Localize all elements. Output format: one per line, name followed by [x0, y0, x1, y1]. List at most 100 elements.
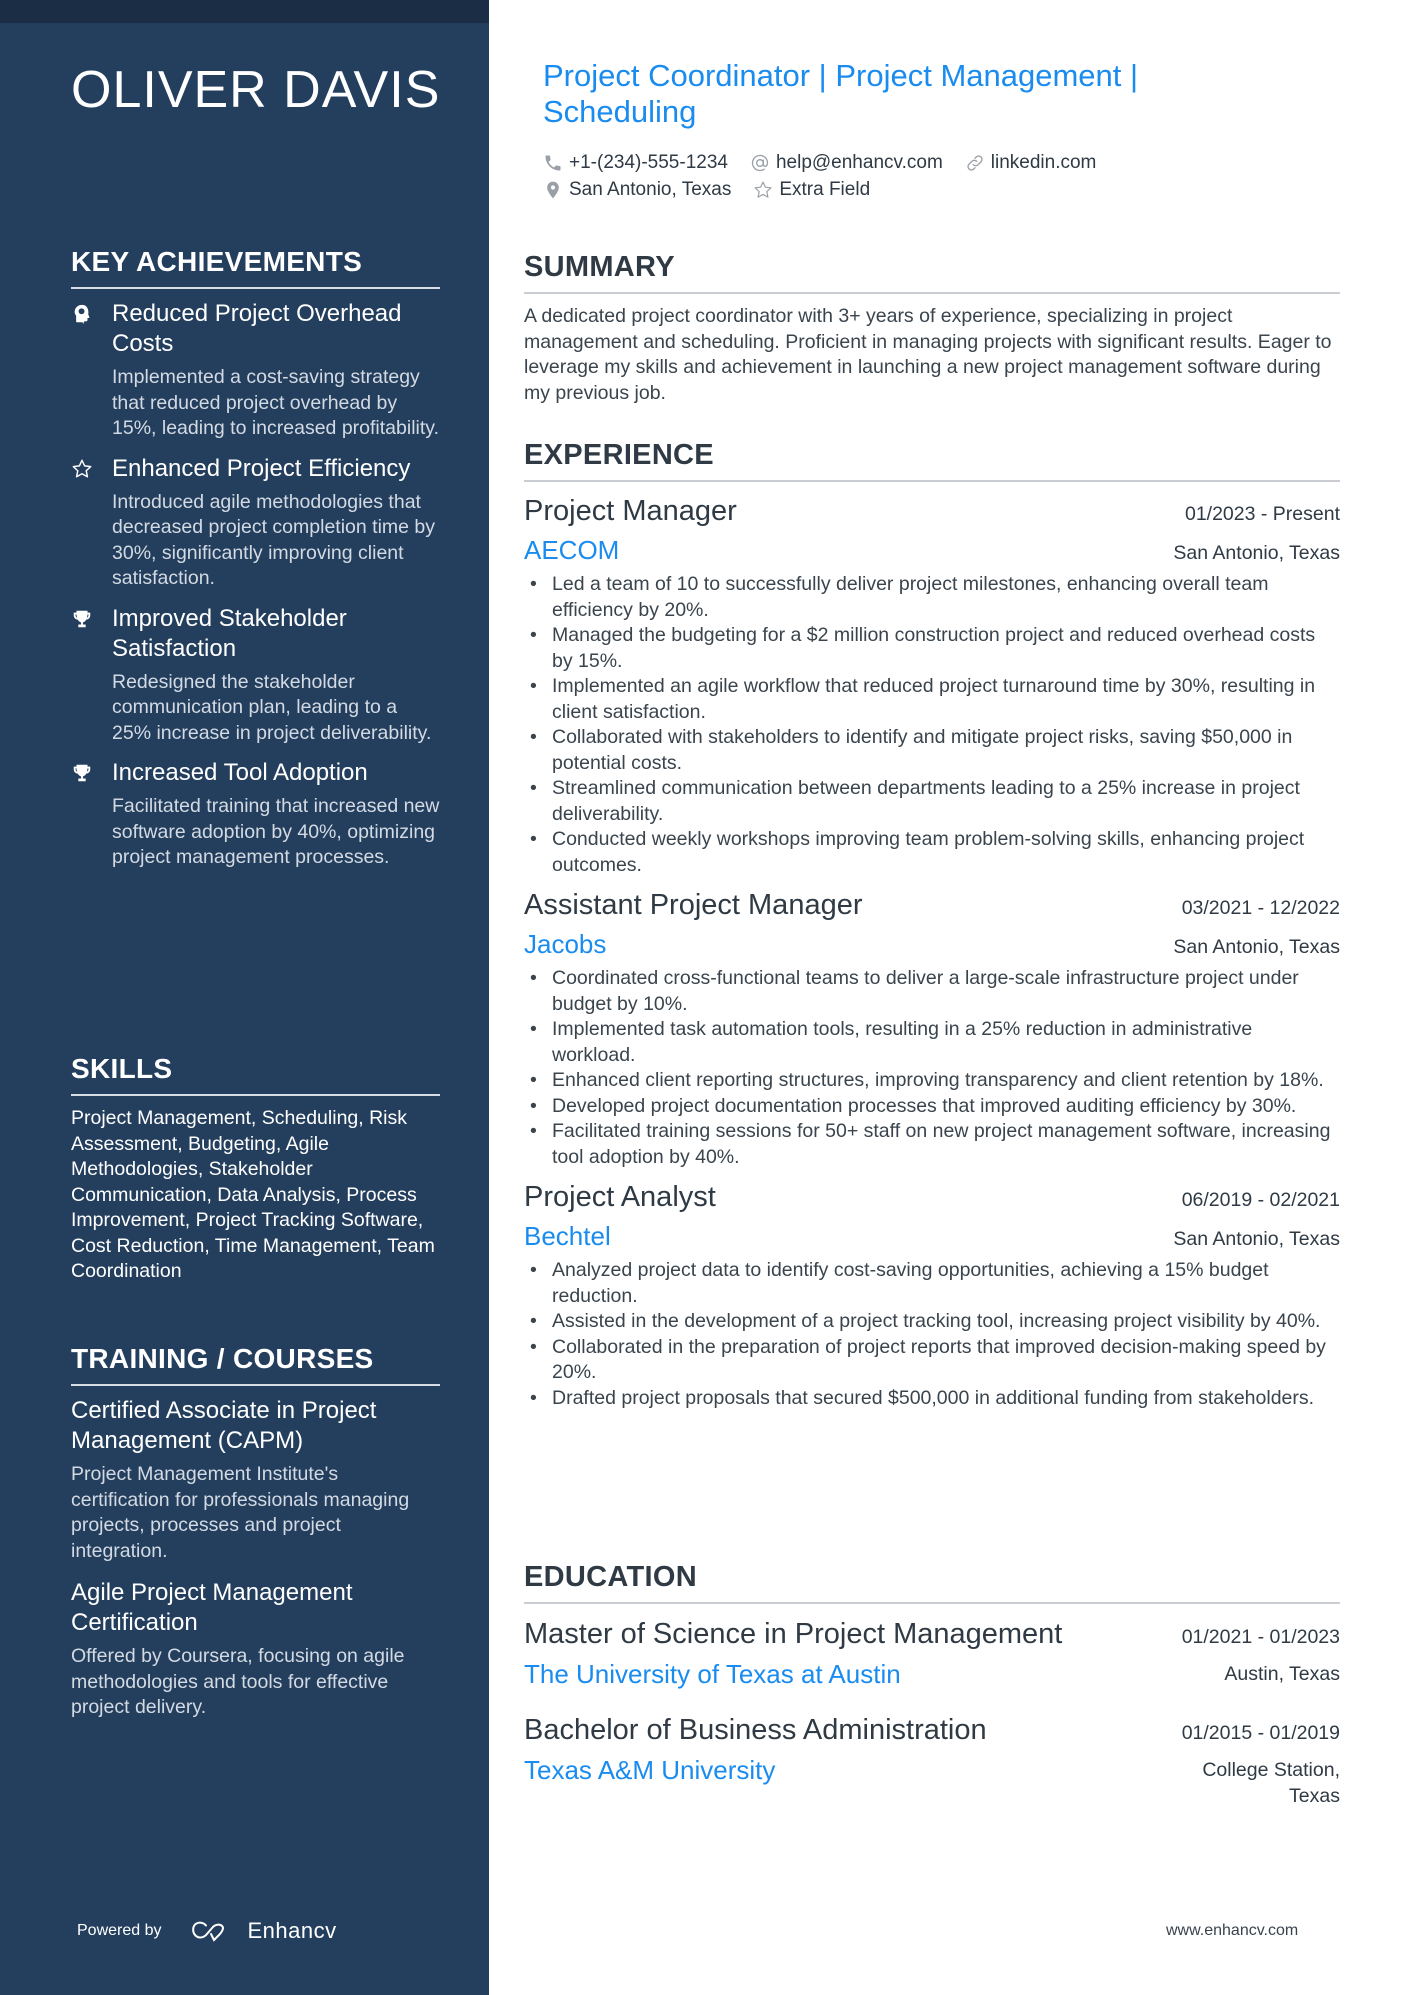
job-title: Project Manager: [524, 495, 737, 527]
achievement-item: Increased Tool Adoption Facilitated trai…: [71, 758, 440, 871]
section-heading: EXPERIENCE: [524, 438, 1340, 482]
location-text: San Antonio, Texas: [569, 178, 732, 200]
job-location: San Antonio, Texas: [1173, 936, 1340, 958]
education-location: College Station, Texas: [1202, 1759, 1340, 1807]
section-heading: SKILLS: [71, 1052, 440, 1096]
achievement-description: Facilitated training that increased new …: [112, 795, 440, 868]
contact-phone[interactable]: +1-(234)-555-1234: [543, 152, 728, 174]
job-bullets: Led a team of 10 to successfully deliver…: [524, 572, 1340, 878]
education-section: EDUCATION Master of Science in Project M…: [524, 1560, 1340, 1825]
contact-extra: Extra Field: [753, 179, 870, 201]
bullet-item: Managed the budgeting for a $2 million c…: [524, 623, 1340, 674]
achievement-description: Redesigned the stakeholder communication…: [112, 670, 432, 744]
contact-location: San Antonio, Texas: [543, 179, 731, 201]
bullet-item: Assisted in the development of a project…: [524, 1309, 1340, 1335]
phone-text: +1-(234)-555-1234: [569, 151, 728, 173]
education-entry: Master of Science in Project Management …: [524, 1614, 1340, 1694]
achievement-item: Reduced Project Overhead Costs Implement…: [71, 299, 440, 442]
enhancv-logo-link[interactable]: Enhancv: [190, 1918, 337, 1944]
achievement-description: Introduced agile methodologies that decr…: [112, 490, 435, 590]
bullet-item: Collaborated with stakeholders to identi…: [524, 725, 1340, 776]
achievement-title: Increased Tool Adoption: [112, 759, 368, 786]
achievement-title: Improved Stakeholder Satisfaction: [112, 604, 347, 662]
trophy-icon: [71, 604, 112, 747]
job-title: Assistant Project Manager: [524, 889, 863, 921]
education-dates: 01/2021 - 01/2023: [1181, 1626, 1340, 1648]
company-name[interactable]: Bechtel: [524, 1216, 611, 1256]
phone-icon: [545, 155, 561, 170]
key-achievements-section: KEY ACHIEVEMENTS Reduced Project Overhea…: [71, 245, 440, 883]
section-heading: KEY ACHIEVEMENTS: [71, 245, 440, 289]
powered-by-label: Powered by: [77, 1922, 162, 1939]
company-name[interactable]: Jacobs: [524, 924, 606, 964]
skills-list: Project Management, Scheduling, Risk Ass…: [71, 1107, 435, 1282]
course-title: Certified Associate in Project Managemen…: [71, 1397, 377, 1454]
job-bullets: Coordinated cross-functional teams to de…: [524, 966, 1340, 1170]
summary-text: A dedicated project coordinator with 3+ …: [524, 305, 1332, 404]
section-heading: EDUCATION: [524, 1560, 1340, 1604]
course-title: Agile Project Management Certification: [71, 1579, 353, 1636]
sidebar: OLIVER DAVIS KEY ACHIEVEMENTS Reduced Pr…: [0, 0, 489, 1995]
location-pin-icon: [547, 181, 559, 198]
bullet-item: Analyzed project data to identify cost-s…: [524, 1258, 1340, 1309]
experience-section: EXPERIENCE Project Manager 01/2023 - Pre…: [524, 438, 1340, 1419]
section-heading: TRAINING / COURSES: [71, 1342, 440, 1386]
contact-email[interactable]: help@enhancv.com: [750, 152, 943, 174]
sidebar-top-strip: [0, 0, 489, 23]
achievement-item: Enhanced Project Efficiency Introduced a…: [71, 454, 440, 592]
job-entry: Project Manager 01/2023 - Present AECOM …: [524, 492, 1340, 878]
company-name[interactable]: AECOM: [524, 530, 619, 570]
job-title: Project Analyst: [524, 1181, 716, 1213]
course-item: Agile Project Management Certification O…: [71, 1578, 440, 1721]
bullet-item: Coordinated cross-functional teams to de…: [524, 966, 1340, 1017]
job-dates: 06/2019 - 02/2021: [1181, 1189, 1340, 1211]
summary-section: SUMMARY A dedicated project coordinator …: [524, 250, 1340, 406]
job-bullets: Analyzed project data to identify cost-s…: [524, 1258, 1340, 1411]
contact-link[interactable]: linkedin.com: [965, 151, 1097, 174]
bullet-item: Enhanced client reporting structures, im…: [524, 1068, 1340, 1094]
email-text: help@enhancv.com: [775, 151, 943, 173]
head-brain-icon: [71, 299, 112, 442]
extra-text: Extra Field: [779, 178, 871, 200]
candidate-name: OLIVER DAVIS: [71, 61, 441, 119]
education-dates: 01/2015 - 01/2019: [1181, 1722, 1340, 1744]
link-text: linkedin.com: [990, 151, 1097, 173]
star-icon: [71, 454, 112, 592]
education-location: Austin, Texas: [1224, 1663, 1340, 1685]
achievement-title: Reduced Project Overhead Costs: [112, 300, 402, 357]
job-entry: Project Analyst 06/2019 - 02/2021 Bechte…: [524, 1178, 1340, 1411]
bullet-item: Drafted project proposals that secured $…: [524, 1386, 1340, 1412]
powered-by: Powered by Enhancv: [77, 1918, 337, 1944]
course-description: Offered by Coursera, focusing on agile m…: [71, 1645, 405, 1718]
degree-title: Bachelor of Business Administration: [524, 1714, 987, 1746]
bullet-item: Developed project documentation processe…: [524, 1094, 1340, 1120]
bullet-item: Conducted weekly workshops improving tea…: [524, 827, 1340, 878]
star-outline-icon: [754, 181, 772, 198]
bullet-item: Implemented an agile workflow that reduc…: [524, 674, 1340, 725]
bullet-item: Streamlined communication between depart…: [524, 776, 1340, 827]
job-location: San Antonio, Texas: [1173, 1228, 1340, 1250]
training-section: TRAINING / COURSES Certified Associate i…: [71, 1342, 440, 1735]
school-name[interactable]: Texas A&M University: [524, 1750, 775, 1790]
link-icon: [967, 154, 983, 171]
job-dates: 03/2021 - 12/2022: [1181, 897, 1340, 919]
skills-section: SKILLS Project Management, Scheduling, R…: [71, 1052, 440, 1285]
course-description: Project Management Institute's certifica…: [71, 1463, 410, 1562]
bullet-item: Led a team of 10 to successfully deliver…: [524, 572, 1340, 623]
bullet-item: Facilitated training sessions for 50+ st…: [524, 1119, 1340, 1170]
job-location: San Antonio, Texas: [1173, 542, 1340, 564]
school-name[interactable]: The University of Texas at Austin: [524, 1654, 901, 1694]
achievement-description: Implemented a cost-saving strategy that …: [112, 366, 439, 439]
bullet-item: Collaborated in the preparation of proje…: [524, 1335, 1340, 1386]
bullet-item: Implemented task automation tools, resul…: [524, 1017, 1340, 1068]
course-item: Certified Associate in Project Managemen…: [71, 1396, 440, 1564]
job-dates: 01/2023 - Present: [1184, 503, 1340, 525]
contact-info: +1-(234)-555-1234 help@enhancv.com linke…: [543, 149, 1343, 203]
degree-title: Master of Science in Project Management: [524, 1618, 1063, 1650]
job-entry: Assistant Project Manager 03/2021 - 12/2…: [524, 886, 1340, 1170]
education-entry: Bachelor of Business Administration 01/2…: [524, 1710, 1340, 1809]
enhancv-logo-icon: [191, 1921, 224, 1942]
trophy-icon: [71, 758, 112, 871]
website-link[interactable]: www.enhancv.com: [1166, 1922, 1298, 1940]
achievement-item: Improved Stakeholder Satisfaction Redesi…: [71, 604, 440, 747]
